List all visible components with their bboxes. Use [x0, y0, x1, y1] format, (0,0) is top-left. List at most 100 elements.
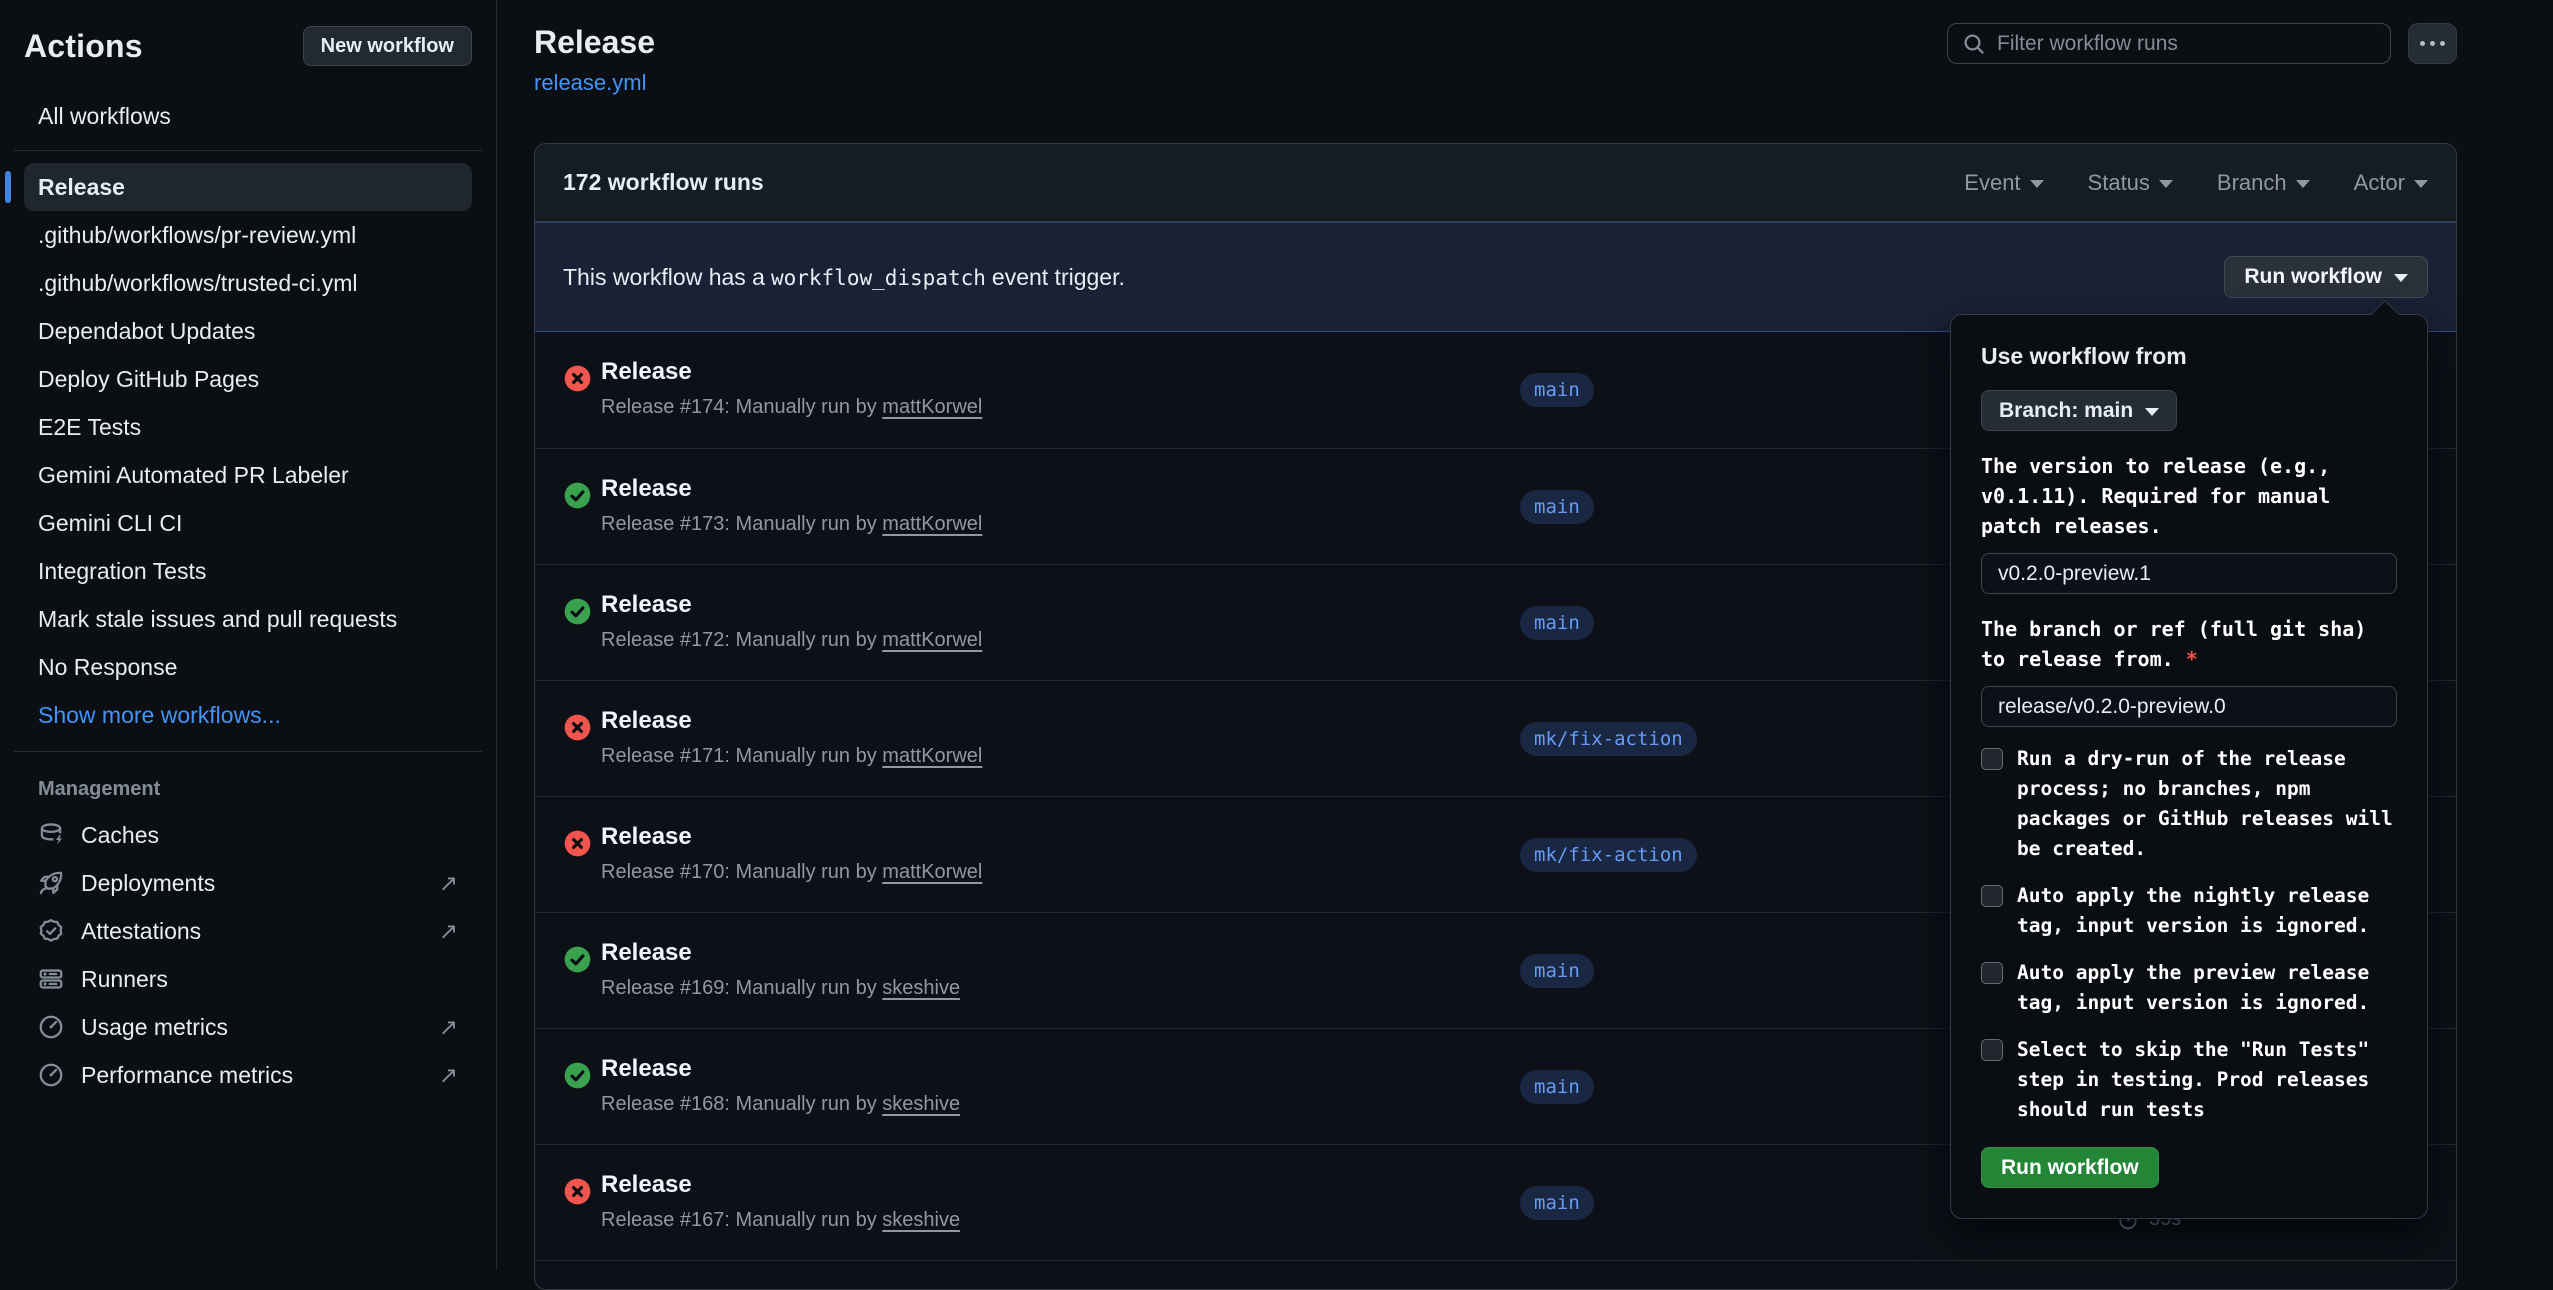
meter-icon	[38, 1014, 64, 1040]
checkbox-label: Select to skip the "Run Tests" step in t…	[2017, 1035, 2397, 1125]
sidebar-workflow-item[interactable]: Release	[24, 163, 472, 211]
success-status-icon	[564, 482, 591, 509]
ref-help-text: The branch or ref (full git sha) to rele…	[1981, 617, 2366, 671]
run-title-link[interactable]: Release	[601, 358, 692, 386]
new-workflow-button[interactable]: New workflow	[303, 26, 472, 66]
checkbox[interactable]	[1981, 885, 2003, 907]
sidebar-management-label: Performance metrics	[81, 1062, 293, 1089]
run-description: Release #167: Manually run by skeshive	[601, 1209, 960, 1232]
required-asterisk: *	[2186, 647, 2198, 671]
sidebar-workflow-item[interactable]: Deploy GitHub Pages	[24, 355, 472, 403]
banner-text-before: This workflow has a	[563, 264, 765, 290]
search-icon	[1962, 32, 1986, 56]
run-title-link[interactable]: Release	[601, 591, 692, 619]
run-actor-link[interactable]: skeshive	[882, 1209, 960, 1231]
checkbox-label: Run a dry-run of the release process; no…	[2017, 744, 2397, 864]
cache-icon	[38, 822, 64, 848]
run-actor-link[interactable]: skeshive	[882, 1093, 960, 1115]
run-title-link[interactable]: Release	[601, 1171, 692, 1199]
ref-input[interactable]	[1981, 686, 2397, 727]
version-input-help: The version to release (e.g., v0.1.11). …	[1981, 451, 2397, 541]
sidebar-workflow-label: Integration Tests	[38, 558, 206, 585]
sidebar-management-label: Deployments	[81, 870, 215, 897]
popup-heading: Use workflow from	[1981, 343, 2397, 370]
branch-badge[interactable]: main	[1520, 954, 1594, 988]
checkbox[interactable]	[1981, 1039, 2003, 1061]
sidebar-management-item[interactable]: Caches	[24, 811, 472, 859]
run-actor-link[interactable]: mattKorwel	[882, 629, 982, 651]
filter-label: Status	[2088, 170, 2150, 196]
chevron-down-icon	[2394, 274, 2408, 282]
sidebar-workflow-label: Dependabot Updates	[38, 318, 255, 345]
sidebar-workflow-label: Mark stale issues and pull requests	[38, 606, 397, 633]
sidebar-management-item[interactable]: Runners	[24, 955, 472, 1003]
banner-text-after: event trigger.	[992, 264, 1125, 290]
workflow-file-link[interactable]: release.yml	[534, 70, 646, 96]
selected-indicator-bar	[5, 171, 11, 203]
run-description: Release #171: Manually run by mattKorwel	[601, 745, 982, 768]
sidebar-workflow-item[interactable]: No Response	[24, 643, 472, 691]
run-title-link[interactable]: Release	[601, 823, 692, 851]
run-workflow-submit-button[interactable]: Run workflow	[1981, 1147, 2159, 1188]
run-actor-link[interactable]: mattKorwel	[882, 861, 982, 883]
branch-badge[interactable]: main	[1520, 1070, 1594, 1104]
run-title-link[interactable]: Release	[601, 939, 692, 967]
run-description: Release #172: Manually run by mattKorwel	[601, 629, 982, 652]
sidebar-workflow-label: E2E Tests	[38, 414, 141, 441]
sidebar-workflow-item[interactable]: .github/workflows/trusted-ci.yml	[24, 259, 472, 307]
run-title-link[interactable]: Release	[601, 707, 692, 735]
run-actor-link[interactable]: mattKorwel	[882, 745, 982, 767]
filter-dropdown[interactable]: Status	[2088, 170, 2173, 196]
sidebar-management-label: Attestations	[81, 918, 201, 945]
sidebar-management-item[interactable]: Deployments ↗	[24, 859, 472, 907]
filter-dropdown[interactable]: Actor	[2354, 170, 2428, 196]
run-description-text: Release #174: Manually run by	[601, 396, 877, 418]
external-link-arrow-icon: ↗	[439, 1064, 458, 1087]
sidebar-workflow-item[interactable]: .github/workflows/pr-review.yml	[24, 211, 472, 259]
filter-dropdown[interactable]: Branch	[2217, 170, 2310, 196]
branch-badge[interactable]: mk/fix-action	[1520, 722, 1697, 756]
sidebar-management-item[interactable]: Attestations ↗	[24, 907, 472, 955]
show-more-workflows-link[interactable]: Show more workflows...	[24, 691, 472, 739]
run-title-link[interactable]: Release	[601, 475, 692, 503]
sidebar-workflow-label: No Response	[38, 654, 177, 681]
sidebar-workflow-item[interactable]: Mark stale issues and pull requests	[24, 595, 472, 643]
sidebar-management-item[interactable]: Usage metrics ↗	[24, 1003, 472, 1051]
filter-dropdown[interactable]: Event	[1964, 170, 2043, 196]
run-workflow-dropdown-button[interactable]: Run workflow	[2224, 256, 2428, 298]
branch-badge[interactable]: main	[1520, 1186, 1594, 1220]
ref-input-help: The branch or ref (full git sha) to rele…	[1981, 614, 2397, 674]
sidebar-workflow-item[interactable]: E2E Tests	[24, 403, 472, 451]
server-icon	[38, 966, 64, 992]
next-run-row-partial	[535, 1260, 2456, 1290]
filter-search-box[interactable]	[1947, 23, 2391, 64]
branch-badge[interactable]: main	[1520, 373, 1594, 407]
sidebar-management-item[interactable]: Performance metrics ↗	[24, 1051, 472, 1099]
run-actor-link[interactable]: skeshive	[882, 977, 960, 999]
sidebar-workflow-item[interactable]: Integration Tests	[24, 547, 472, 595]
external-link-arrow-icon: ↗	[439, 1016, 458, 1039]
checkbox[interactable]	[1981, 962, 2003, 984]
workflow-list: Release .github/workflows/pr-review.yml …	[24, 163, 472, 691]
sidebar-workflow-item[interactable]: Dependabot Updates	[24, 307, 472, 355]
run-title-link[interactable]: Release	[601, 1055, 692, 1083]
filter-workflow-runs-input[interactable]	[1997, 32, 2376, 56]
run-description: Release #170: Manually run by mattKorwel	[601, 861, 982, 884]
workflow-options-kebab-button[interactable]	[2408, 23, 2457, 64]
topbar	[1947, 23, 2457, 64]
sidebar-item-all-workflows[interactable]: All workflows	[24, 94, 472, 138]
sidebar-workflow-item[interactable]: Gemini CLI CI	[24, 499, 472, 547]
run-actor-link[interactable]: mattKorwel	[882, 513, 982, 535]
failed-status-icon	[564, 830, 591, 857]
branch-badge[interactable]: main	[1520, 606, 1594, 640]
run-actor-link[interactable]: mattKorwel	[882, 396, 982, 418]
branch-select-button[interactable]: Branch: main	[1981, 390, 2177, 431]
run-description: Release #169: Manually run by skeshive	[601, 977, 960, 1000]
checkbox-row: Run a dry-run of the release process; no…	[1981, 744, 2397, 864]
chevron-down-icon	[2030, 180, 2044, 188]
branch-badge[interactable]: mk/fix-action	[1520, 838, 1697, 872]
branch-badge[interactable]: main	[1520, 490, 1594, 524]
sidebar-workflow-item[interactable]: Gemini Automated PR Labeler	[24, 451, 472, 499]
version-input[interactable]	[1981, 553, 2397, 594]
checkbox[interactable]	[1981, 748, 2003, 770]
